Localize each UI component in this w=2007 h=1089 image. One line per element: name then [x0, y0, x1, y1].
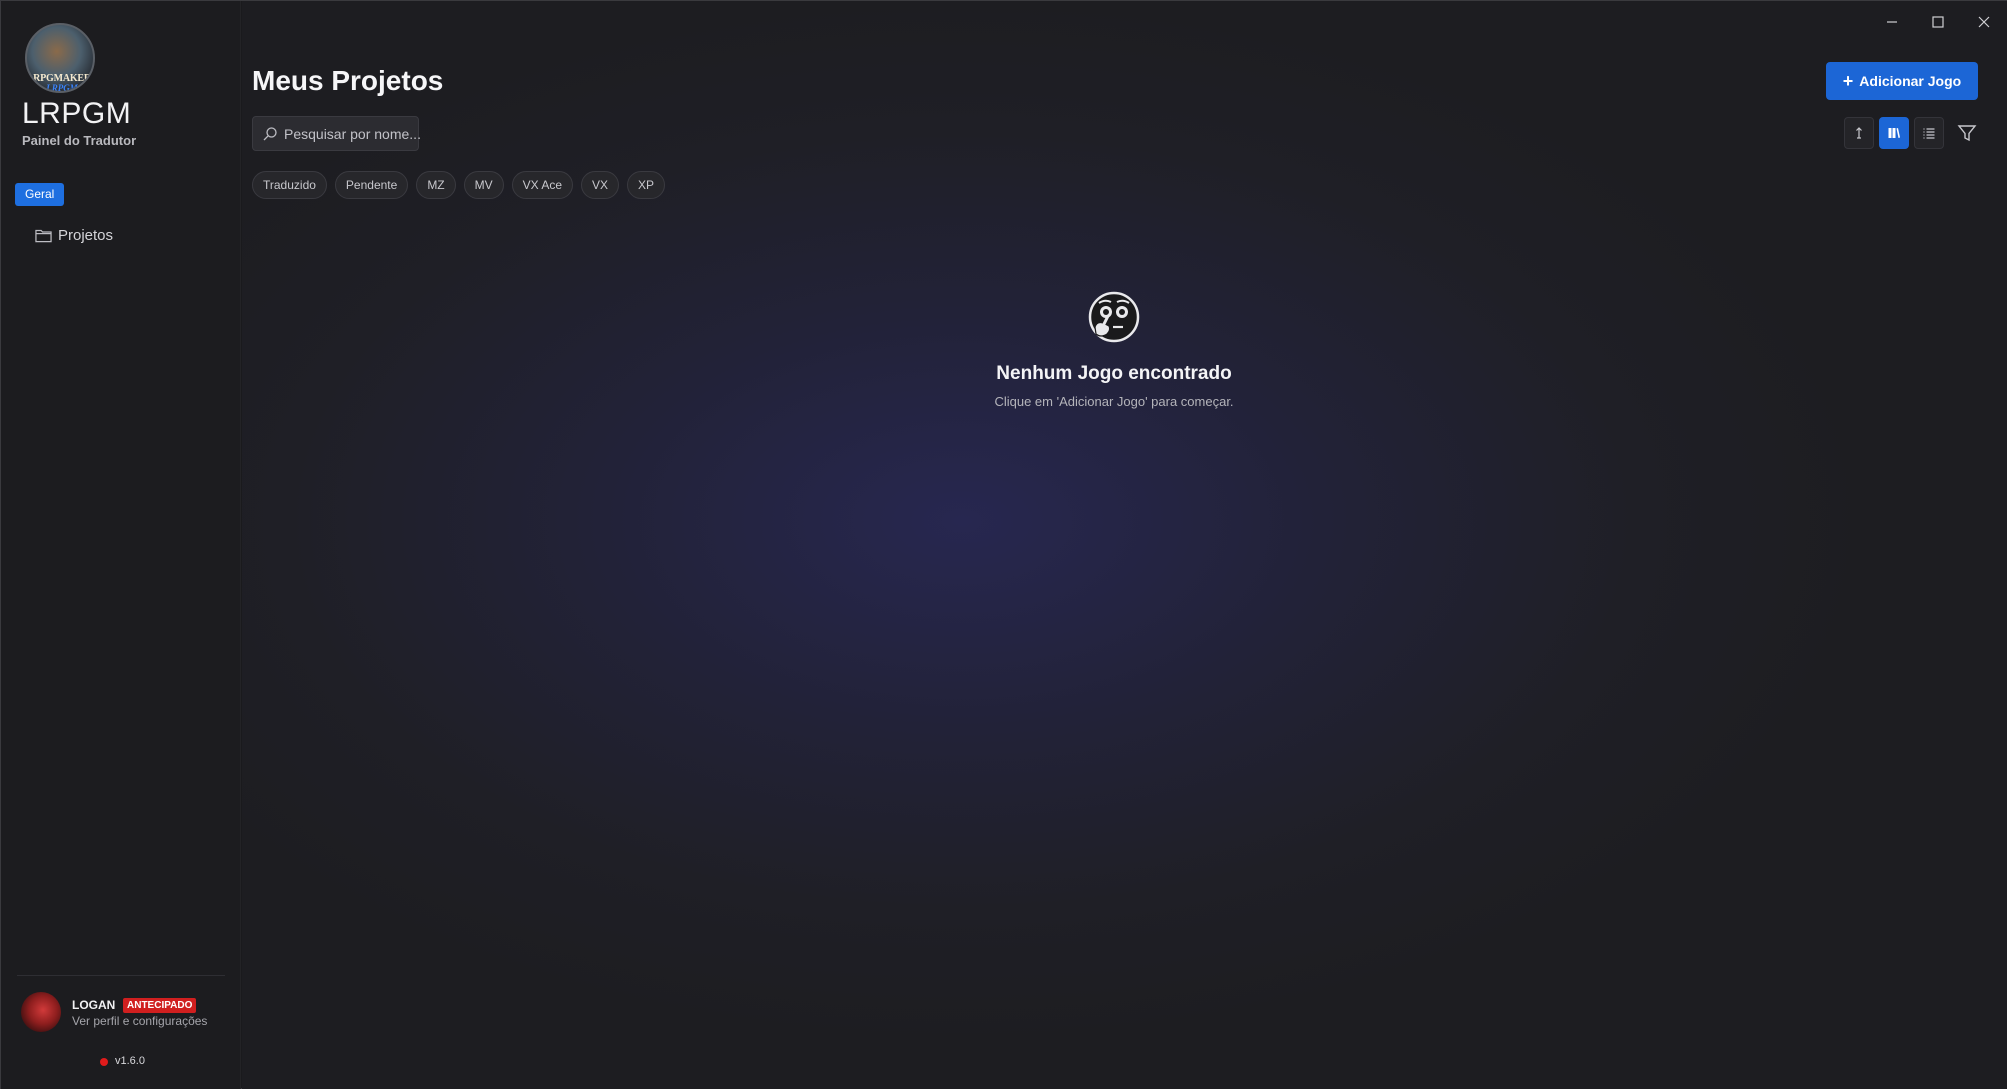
- section-tag-geral: Geral: [15, 183, 65, 206]
- search-icon: [262, 126, 278, 142]
- app-subtitle: Painel do Tradutor: [22, 133, 137, 148]
- grid-view-icon: [1887, 126, 1901, 140]
- grid-view-button[interactable]: [1879, 117, 1909, 149]
- filter-chip-mv[interactable]: MV: [463, 171, 504, 199]
- profile-settings-link[interactable]: Ver perfil e configurações: [72, 1014, 207, 1028]
- sidebar-item-label: Projetos: [58, 226, 114, 244]
- sort-icon: [1852, 126, 1866, 140]
- add-game-button[interactable]: + Adicionar Jogo: [1826, 62, 1978, 100]
- empty-state-title: Nenhum Jogo encontrado: [996, 363, 1232, 384]
- sidebar-item-projetos[interactable]: Projetos: [35, 225, 113, 245]
- logo-subtext: LRPGM: [46, 83, 78, 93]
- sort-button[interactable]: [1844, 117, 1874, 149]
- minimize-icon: [1885, 15, 1899, 29]
- filter-chip-mz[interactable]: MZ: [416, 171, 456, 199]
- empty-state-subtitle: Clique em 'Adicionar Jogo' para começar.: [994, 394, 1234, 409]
- add-game-button-label: Adicionar Jogo: [1859, 73, 1962, 89]
- status-dot: [100, 1058, 108, 1066]
- search-input[interactable]: [284, 125, 424, 142]
- user-name: LOGAN: [72, 998, 116, 1012]
- list-view-button[interactable]: [1914, 117, 1944, 149]
- user-plan-badge: ANTECIPADO: [123, 998, 197, 1013]
- version-label: v1.6.0: [115, 1055, 145, 1067]
- page-title: Meus Projetos: [252, 65, 444, 96]
- plus-icon: +: [1842, 71, 1854, 91]
- thinking-face-icon: [1087, 290, 1141, 344]
- filter-chip-vx[interactable]: VX: [581, 171, 620, 199]
- app-name: LRPGM: [22, 97, 132, 130]
- app-window: RPGMAKER LRPGM LRPGM Painel do Tradutor …: [0, 0, 2007, 1089]
- filter-chip-pendente[interactable]: Pendente: [334, 171, 409, 199]
- list-view-icon: [1922, 126, 1936, 140]
- filter-chips: Traduzido Pendente MZ MV VX Ace VX XP: [252, 171, 666, 199]
- sidebar: RPGMAKER LRPGM LRPGM Painel do Tradutor …: [1, 1, 241, 1089]
- app-logo: RPGMAKER LRPGM: [25, 23, 95, 93]
- maximize-button[interactable]: [1926, 11, 1950, 33]
- avatar[interactable]: [21, 992, 61, 1032]
- search-box[interactable]: [252, 116, 424, 151]
- filter-chip-xp[interactable]: XP: [627, 171, 666, 199]
- close-button[interactable]: [1972, 11, 1996, 33]
- folder-icon: [35, 228, 52, 243]
- filter-icon: [1956, 122, 1978, 144]
- sidebar-divider: [17, 975, 225, 976]
- close-icon: [1977, 15, 1991, 29]
- filter-button[interactable]: [1956, 122, 1978, 144]
- filter-chip-traduzido[interactable]: Traduzido: [252, 171, 327, 199]
- maximize-icon: [1931, 15, 1945, 29]
- filter-chip-vx-ace[interactable]: VX Ace: [511, 171, 573, 199]
- minimize-button[interactable]: [1880, 11, 1904, 33]
- main-content: Meus Projetos + Adicionar Jogo Pesquisar…: [242, 1, 2007, 1089]
